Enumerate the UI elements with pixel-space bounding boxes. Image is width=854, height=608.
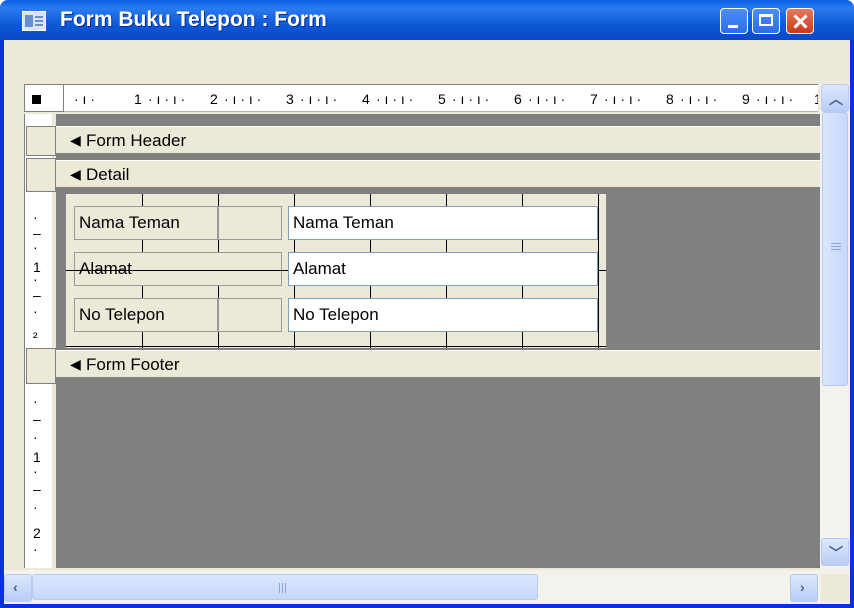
horizontal-ruler[interactable]: · ı · 1 · ı · ı · 2 · ı · ı · 3 · ı · ı … — [64, 84, 818, 112]
section-collapse-icon: ◀ — [70, 132, 81, 148]
label-alamat[interactable]: Alamat — [74, 252, 282, 286]
scroll-left-button[interactable]: ‹ — [4, 574, 32, 602]
ruler-mark: 9 — [742, 91, 750, 107]
ruler-mark: 3 — [286, 91, 294, 107]
form-footer-bar[interactable]: ◀ Form Footer — [56, 350, 820, 378]
ruler-mark: 5 — [438, 91, 446, 107]
label-spacer[interactable] — [218, 298, 282, 332]
chevron-right-icon: › — [800, 579, 805, 595]
chevron-up-icon: ︿ — [829, 91, 843, 107]
maximize-button[interactable] — [752, 8, 780, 34]
ruler-mark: 4 — [362, 91, 370, 107]
scroll-up-button[interactable]: ︿ — [821, 84, 849, 112]
label-text: No Telepon — [79, 305, 165, 324]
form-icon[interactable] — [22, 11, 46, 31]
ruler-mark: 8 — [666, 91, 674, 107]
textbox-text: No Telepon — [293, 305, 379, 324]
form-footer-selector[interactable] — [26, 348, 56, 384]
detail-selector[interactable] — [26, 158, 56, 192]
title-bar[interactable]: Form Buku Telepon : Form — [0, 0, 854, 40]
vertical-scroll-thumb[interactable] — [822, 112, 848, 386]
label-no-telepon[interactable]: No Telepon — [74, 298, 218, 332]
ruler-mark: 6 — [514, 91, 522, 107]
textbox-no-telepon[interactable]: No Telepon — [288, 298, 598, 332]
ruler-mark: 2 — [33, 525, 41, 541]
chevron-down-icon: ﹀ — [829, 545, 843, 561]
textbox-text: Alamat — [293, 259, 346, 278]
label-text: Nama Teman — [79, 213, 180, 232]
ruler-mark: 2 — [210, 91, 218, 107]
grid-line — [74, 270, 288, 271]
close-button[interactable] — [786, 8, 814, 34]
horizontal-scroll-thumb[interactable] — [32, 574, 538, 600]
label-spacer[interactable] — [218, 206, 282, 240]
size-grip[interactable] — [821, 574, 849, 602]
form-header-bar[interactable]: ◀ Form Header — [56, 126, 820, 154]
select-form-icon[interactable] — [32, 95, 41, 104]
ruler-mark: 1 — [33, 449, 41, 465]
scroll-right-button[interactable]: › — [790, 574, 818, 602]
section-label: Form Footer — [86, 355, 180, 374]
chevron-left-icon: ‹ — [13, 579, 18, 595]
scroll-down-button[interactable]: ﹀ — [821, 538, 849, 566]
section-collapse-icon: ◀ — [70, 356, 81, 372]
minimize-button[interactable] — [720, 8, 748, 34]
section-label: Form Header — [86, 131, 187, 150]
detail-bar[interactable]: ◀ Detail — [56, 160, 820, 188]
form-header-selector[interactable] — [26, 126, 56, 156]
window-title: Form Buku Telepon : Form — [60, 8, 327, 31]
textbox-text: Nama Teman — [293, 213, 394, 232]
textbox-nama-teman[interactable]: Nama Teman — [288, 206, 598, 240]
ruler-corner[interactable] — [24, 84, 64, 112]
label-nama-teman[interactable]: Nama Teman — [74, 206, 218, 240]
label-text: Alamat — [79, 259, 132, 278]
ruler-mark: 1 — [134, 91, 142, 107]
textbox-alamat[interactable]: Alamat — [288, 252, 598, 286]
ruler-mark: 7 — [590, 91, 598, 107]
section-collapse-icon: ◀ — [70, 166, 81, 182]
section-label: Detail — [86, 165, 130, 184]
ruler-mark: 1 — [814, 92, 818, 106]
